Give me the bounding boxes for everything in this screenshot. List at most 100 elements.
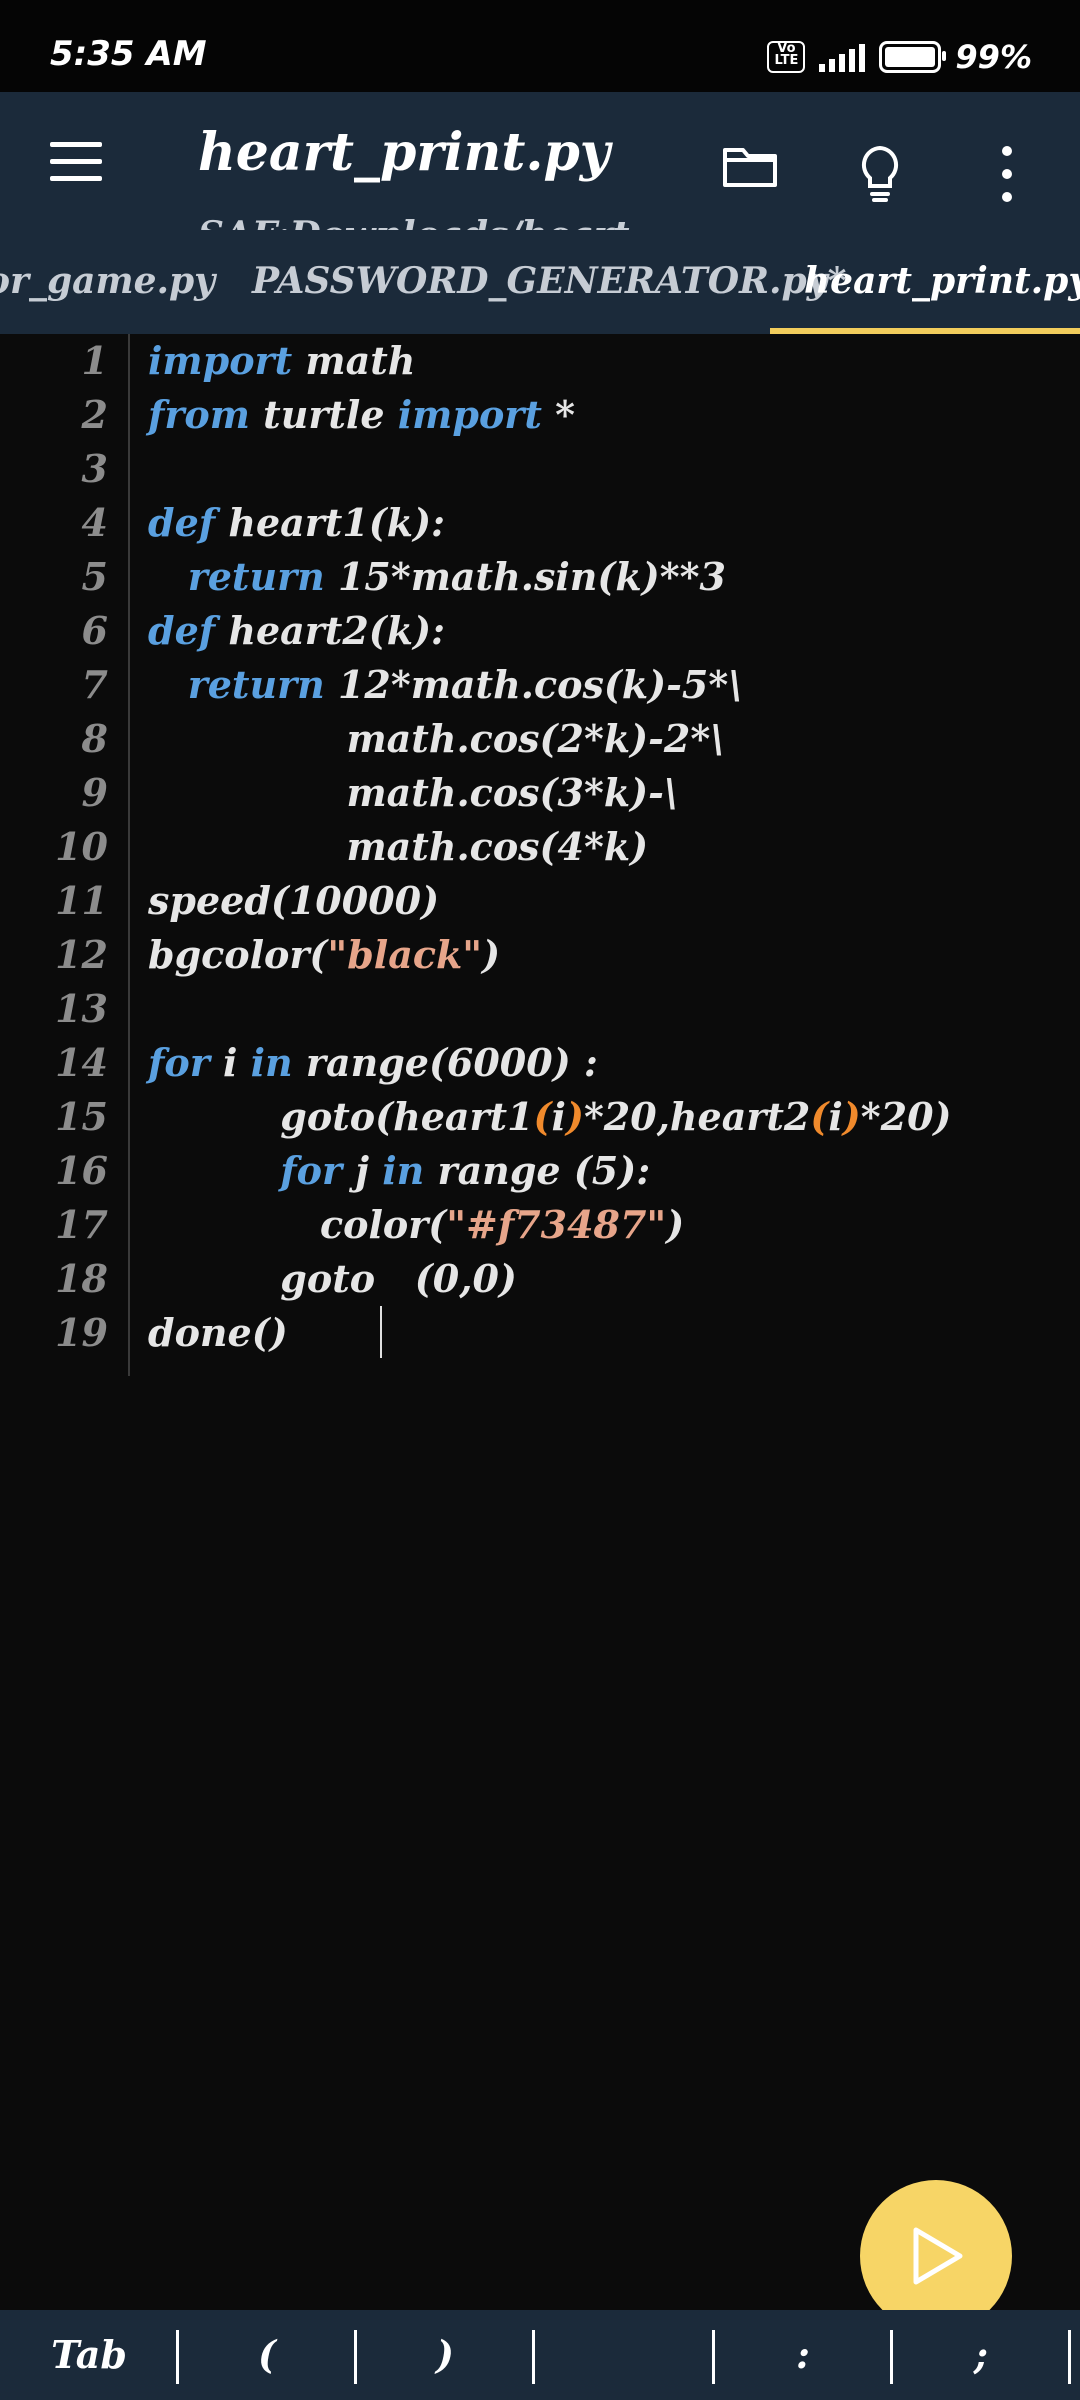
code-text: goto(heart1(i)*20,heart2(i)*20) [148, 1090, 951, 1144]
code-line[interactable]: 12 bgcolor("black") [0, 928, 1080, 982]
code-token: for [280, 1148, 343, 1193]
key-tab[interactable]: Tab [0, 2310, 178, 2400]
code-token: i [551, 1094, 566, 1139]
code-token: i [209, 1040, 251, 1085]
code-line[interactable]: 14 for i in range(6000) : [0, 1036, 1080, 1090]
code-line[interactable]: 10 math.cos(4*k) [0, 820, 1080, 874]
tab-heart-print[interactable]: heart_print.py [804, 260, 1080, 302]
code-token: math.cos(4*k) [148, 824, 649, 869]
code-token: *20,heart2 [583, 1094, 811, 1139]
code-line[interactable]: 15 goto(heart1(i)*20,heart2(i)*20) [0, 1090, 1080, 1144]
line-number: 6 [81, 608, 108, 653]
code-editor[interactable]: 1 import math 2 from turtle import * 3 4 def h… [0, 334, 1080, 2310]
code-line[interactable]: 4 def heart1(k): [0, 496, 1080, 550]
line-number: 8 [81, 716, 108, 761]
code-text: speed(10000) [148, 874, 439, 928]
code-line[interactable]: 19 done() [0, 1306, 1080, 1360]
key-blank[interactable] [534, 2310, 712, 2400]
code-token: import [148, 338, 293, 383]
key-separator [1068, 2330, 1071, 2384]
code-token: 12*math.cos(k)-5*\ [324, 662, 743, 707]
code-text: from turtle import * [148, 388, 575, 442]
line-number: 11 [55, 878, 108, 923]
code-line[interactable]: 5 return 15*math.sin(k)**3 [0, 550, 1080, 604]
lightbulb-icon[interactable] [856, 144, 904, 204]
code-line[interactable]: 2 from turtle import * [0, 388, 1080, 442]
code-token: return [187, 662, 325, 707]
battery-percent: 99% [955, 38, 1032, 76]
line-number: 10 [55, 824, 108, 869]
code-text: for i in range(6000) : [148, 1036, 598, 1090]
line-number: 9 [81, 770, 108, 815]
code-line[interactable]: 3 [0, 442, 1080, 496]
code-token: from [148, 392, 250, 437]
more-options-icon[interactable] [1000, 146, 1014, 202]
key-close-paren[interactable]: ) [356, 2310, 534, 2400]
line-number: 3 [81, 446, 108, 491]
code-text: return 12*math.cos(k)-5*\ [148, 658, 742, 712]
code-text: done() [148, 1306, 288, 1360]
code-token: bgcolor( [148, 932, 328, 977]
file-tabs: or_game.py PASSWORD_GENERATOR.py* heart_… [0, 230, 1080, 334]
key-semicolon[interactable]: ; [892, 2310, 1070, 2400]
code-token: ) [842, 1094, 861, 1139]
code-token: ) [565, 1094, 584, 1139]
folder-icon[interactable] [722, 144, 778, 188]
code-text: math.cos(3*k)-\ [148, 766, 678, 820]
signal-icon [819, 42, 866, 72]
menu-icon[interactable] [50, 142, 104, 182]
status-time: 5:35 AM [50, 34, 207, 74]
symbol-key-bar: Tab ( ) : ; [0, 2310, 1080, 2400]
code-text: for j in range (5): [148, 1144, 650, 1198]
code-token: in [382, 1148, 425, 1193]
code-token: heart2(k): [215, 608, 446, 653]
code-text: import math [148, 334, 415, 388]
code-token: ( [810, 1094, 829, 1139]
code-text: return 15*math.sin(k)**3 [148, 550, 726, 604]
code-line[interactable]: 13 [0, 982, 1080, 1036]
code-token: range(6000) : [292, 1040, 598, 1085]
line-number: 17 [55, 1202, 108, 1247]
code-token: def [148, 608, 216, 653]
code-line[interactable]: 17 color("#f73487") [0, 1198, 1080, 1252]
code-line[interactable]: 18 goto (0,0) [0, 1252, 1080, 1306]
tab-password-generator[interactable]: PASSWORD_GENERATOR.py* [252, 260, 846, 302]
code-token: for [148, 1040, 210, 1085]
code-token: math.cos(3*k)-\ [148, 770, 678, 815]
code-token: import [397, 392, 542, 437]
code-line[interactable]: 9 math.cos(3*k)-\ [0, 766, 1080, 820]
tab-or-game[interactable]: or_game.py [0, 260, 215, 302]
volte-icon: Vo LTE [767, 41, 806, 73]
key-colon[interactable]: : [714, 2310, 892, 2400]
status-bar: 5:35 AM Vo LTE 99% [0, 0, 1080, 92]
line-number: 2 [81, 392, 108, 437]
code-token: "#f73487" [446, 1202, 667, 1247]
file-title: heart_print.py [198, 122, 611, 183]
line-number: 12 [55, 932, 108, 977]
code-text: math.cos(4*k) [148, 820, 648, 874]
code-token: ( [533, 1094, 552, 1139]
line-number: 4 [81, 500, 108, 545]
code-line[interactable]: 7 return 12*math.cos(k)-5*\ [0, 658, 1080, 712]
code-token: color( [148, 1202, 447, 1247]
code-line[interactable]: 11 speed(10000) [0, 874, 1080, 928]
battery-icon [879, 41, 947, 73]
line-number: 19 [55, 1310, 108, 1355]
key-open-paren[interactable]: ( [178, 2310, 356, 2400]
text-cursor [380, 1306, 382, 1358]
code-token: ) [482, 932, 501, 977]
line-number: 14 [55, 1040, 108, 1085]
code-line[interactable]: 8 math.cos(2*k)-2*\ [0, 712, 1080, 766]
code-line[interactable]: 1 import math [0, 334, 1080, 388]
line-number: 1 [81, 338, 108, 383]
file-path: SAF:Downloads/heart [198, 214, 630, 230]
code-token: math.cos(2*k)-2*\ [148, 716, 725, 761]
code-token: math [292, 338, 416, 383]
line-number: 13 [55, 986, 108, 1031]
line-number: 7 [81, 662, 108, 707]
code-line[interactable]: 6 def heart2(k): [0, 604, 1080, 658]
status-icons: Vo LTE 99% [767, 38, 1032, 76]
code-line[interactable]: 16 for j in range (5): [0, 1144, 1080, 1198]
